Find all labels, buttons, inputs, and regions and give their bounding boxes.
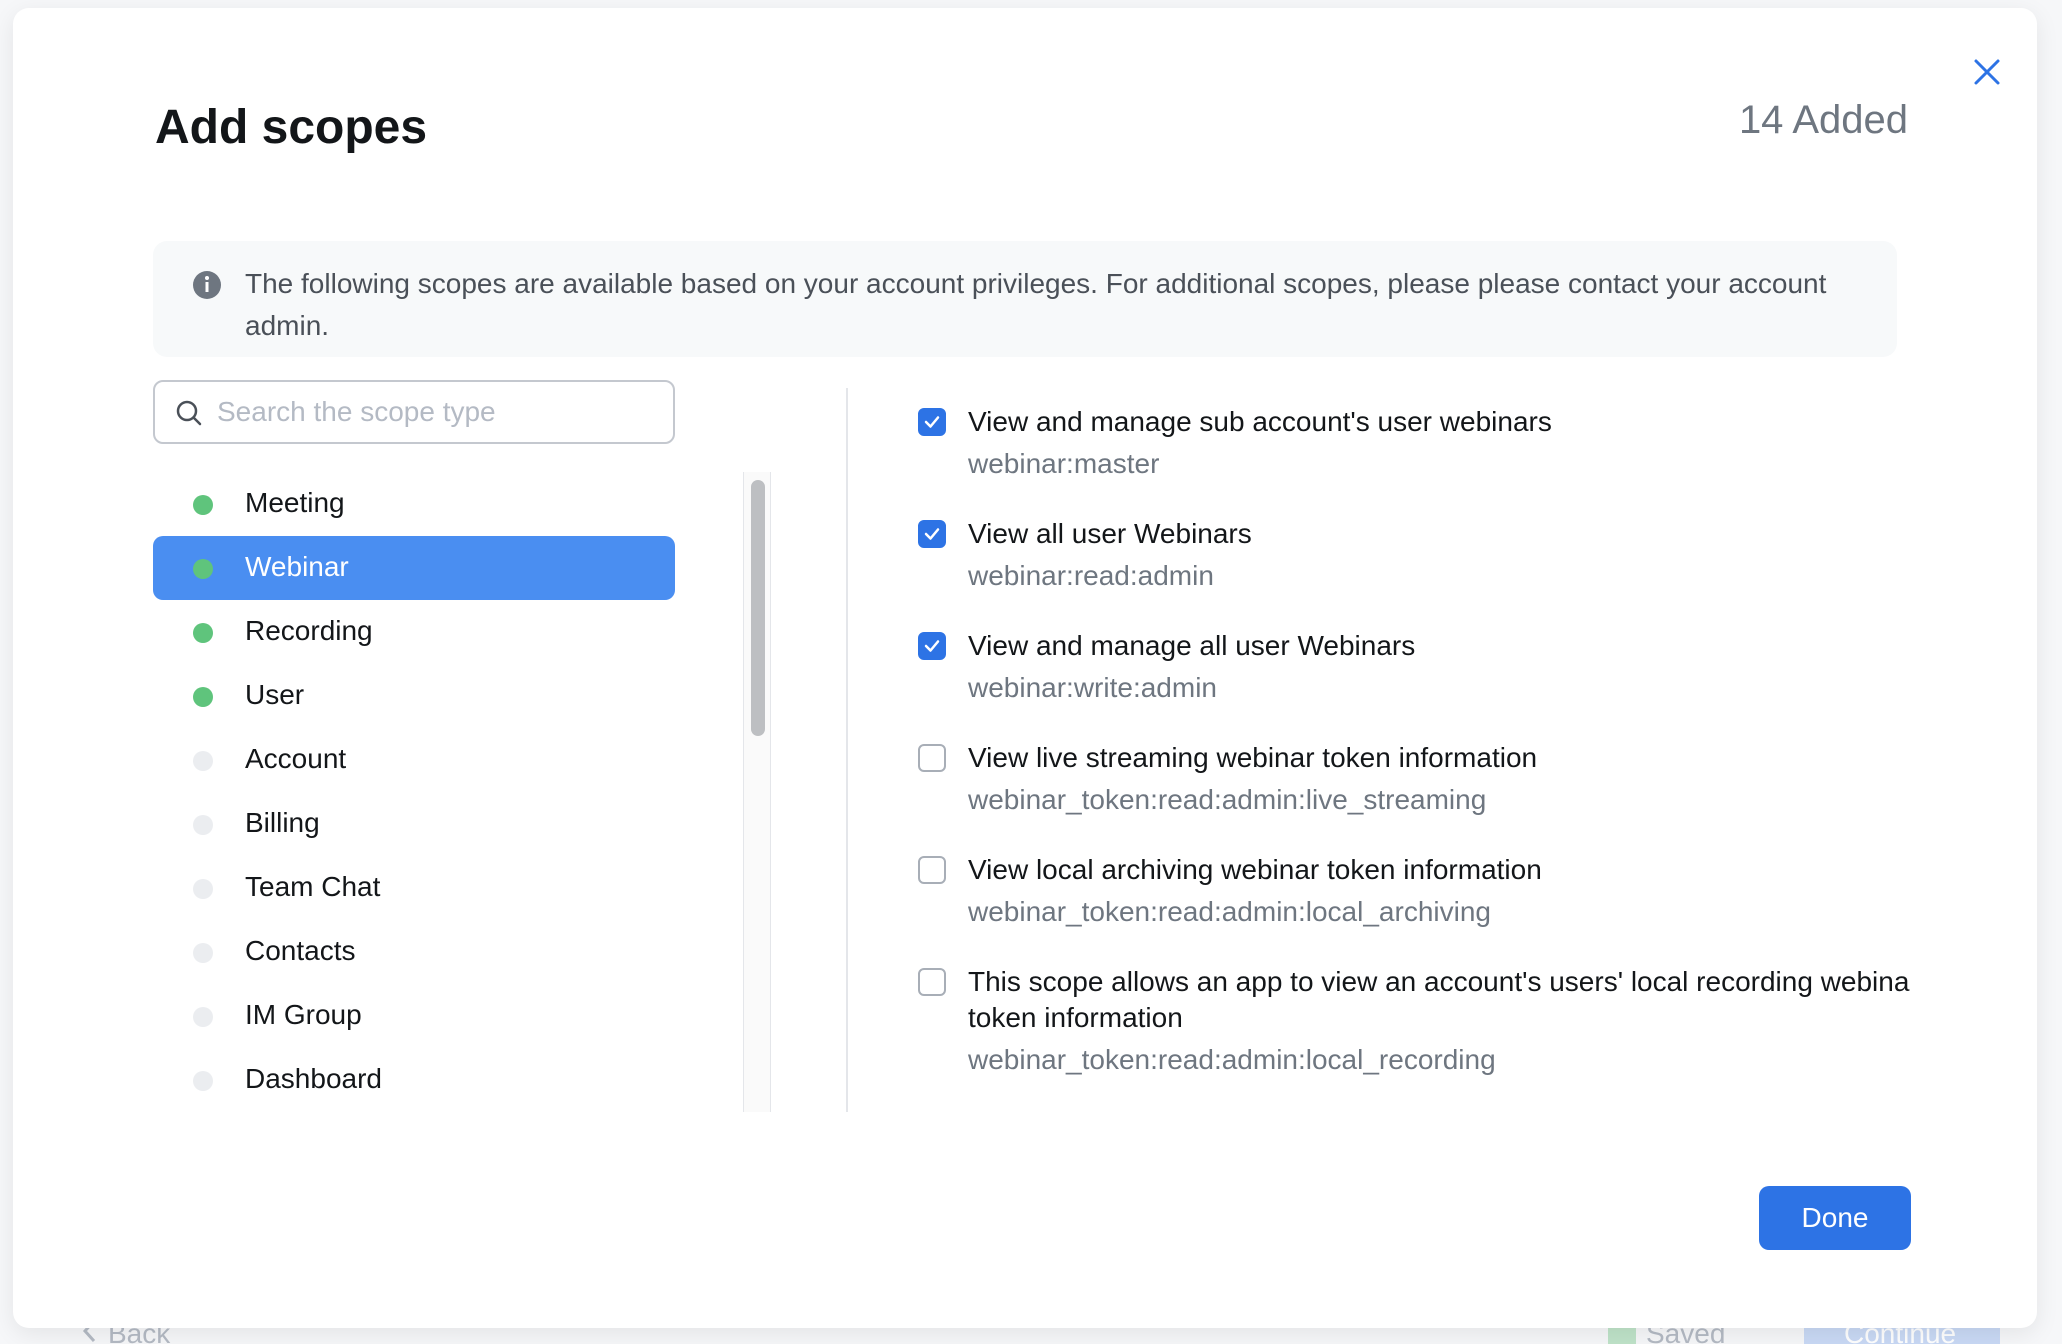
- scope-code: webinar_token:read:admin:local_archiving: [968, 896, 1491, 927]
- category-item[interactable]: Dashboard: [153, 1048, 675, 1112]
- scope-list: View and manage sub account's user webin…: [918, 404, 1918, 1112]
- panel-divider: [846, 388, 848, 1112]
- scope-checkbox[interactable]: [918, 856, 946, 884]
- category-label: Team Chat: [245, 871, 381, 902]
- category-label: IM Group: [245, 999, 362, 1030]
- close-button[interactable]: [1963, 48, 2011, 96]
- category-label: Dashboard: [245, 1063, 382, 1094]
- checkmark-icon: [924, 528, 940, 540]
- category-item[interactable]: Webinar: [153, 536, 675, 600]
- category-label: Webinar: [245, 551, 349, 582]
- status-dot: [193, 751, 213, 771]
- status-dot: [193, 815, 213, 835]
- add-scopes-modal: Add scopes 14 Added The following scopes…: [13, 8, 2037, 1328]
- scope-code: webinar:read:admin: [968, 560, 1214, 591]
- category-label: User: [245, 679, 305, 710]
- checkmark-icon: [924, 416, 940, 428]
- scope-item: View all user Webinars webinar:read:admin: [918, 516, 1918, 594]
- scope-code: webinar_token:read:admin:local_recording: [968, 1044, 1496, 1075]
- scope-name: View and manage sub account's user webin…: [968, 406, 1552, 437]
- search-input[interactable]: [217, 390, 657, 434]
- scope-checkbox[interactable]: [918, 632, 946, 660]
- status-dot: [193, 1071, 213, 1091]
- category-scrollbar[interactable]: [743, 472, 771, 1112]
- status-dot: [193, 943, 213, 963]
- done-button[interactable]: Done: [1759, 1186, 1911, 1250]
- scope-checkbox[interactable]: [918, 520, 946, 548]
- scope-name: This scope allows an app to view an acco…: [968, 966, 1910, 1033]
- status-dot: [193, 687, 213, 707]
- status-dot: [193, 623, 213, 643]
- scope-item: View and manage sub account's user webin…: [918, 404, 1918, 482]
- notice-text: The following scopes are available based…: [245, 268, 1827, 341]
- scope-item: View and manage all user Webinars webinar…: [918, 628, 1918, 706]
- category-label: Contacts: [245, 935, 356, 966]
- status-dot: [193, 495, 213, 515]
- scope-name: View local archiving webinar token infor…: [968, 854, 1542, 885]
- scope-code: webinar_token:read:admin:live_streaming: [968, 784, 1487, 815]
- privileges-notice: The following scopes are available based…: [153, 241, 1897, 357]
- scope-code: webinar:write:admin: [968, 672, 1217, 703]
- scope-checkbox[interactable]: [918, 408, 946, 436]
- category-item[interactable]: Billing: [153, 792, 675, 856]
- category-item[interactable]: IM Group: [153, 984, 675, 1048]
- category-item[interactable]: Meeting: [153, 472, 675, 536]
- scope-item: View live streaming webinar token inform…: [918, 740, 1918, 818]
- status-dot: [193, 1007, 213, 1027]
- scope-name: View and manage all user Webinars: [968, 630, 1416, 661]
- status-dot: [193, 879, 213, 899]
- added-count: 14 Added: [1738, 98, 1908, 142]
- category-label: Meeting: [245, 487, 345, 518]
- info-icon: [191, 269, 223, 306]
- scope-name: View live streaming webinar token inform…: [968, 742, 1538, 773]
- category-item[interactable]: Contacts: [153, 920, 675, 984]
- category-label: Recording: [245, 615, 373, 646]
- status-dot: [193, 559, 213, 579]
- scope-code: webinar:master: [968, 448, 1160, 479]
- scope-checkbox[interactable]: [918, 968, 946, 996]
- search-icon: [175, 399, 203, 432]
- close-icon: [1974, 59, 2000, 85]
- scope-name: View all user Webinars: [968, 518, 1252, 549]
- checkmark-icon: [924, 640, 940, 652]
- category-item[interactable]: User: [153, 664, 675, 728]
- scope-checkbox[interactable]: [918, 744, 946, 772]
- category-label: Account: [245, 743, 347, 774]
- scrollbar-thumb[interactable]: [751, 480, 765, 736]
- category-list: Meeting Webinar Recording User Account Billin…: [153, 472, 675, 1112]
- category-item[interactable]: Recording: [153, 600, 675, 664]
- scope-search[interactable]: [153, 380, 675, 444]
- category-label: Billing: [245, 807, 320, 838]
- modal-title: Add scopes: [155, 101, 428, 154]
- scope-item: View local archiving webinar token infor…: [918, 852, 1918, 930]
- category-item[interactable]: Account: [153, 728, 675, 792]
- category-item[interactable]: Team Chat: [153, 856, 675, 920]
- scope-item: This scope allows an app to view an acco…: [918, 964, 1918, 1078]
